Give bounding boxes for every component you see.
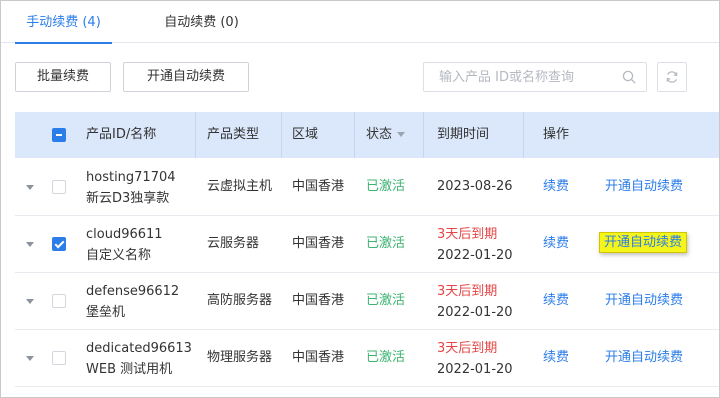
renewal-panel: 手动续费 (4) 自动续费 (0) 批量续费 开通自动续费 产品ID/名称 产品… [0, 0, 720, 398]
tab-bar: 手动续费 (4) 自动续费 (0) [1, 1, 719, 44]
product-name: WEB 测试用机 [86, 362, 173, 377]
search-icon[interactable] [622, 70, 636, 84]
enable-auto-renew-button[interactable]: 开通自动续费 [123, 62, 249, 92]
status-text: 已激活 [366, 293, 406, 308]
row-checkbox[interactable] [52, 294, 66, 308]
product-id: defense96612 [86, 284, 180, 299]
search-input[interactable] [424, 63, 614, 91]
expiry-warning: 3天后到期 [437, 341, 498, 356]
batch-renew-button[interactable]: 批量续费 [15, 62, 111, 92]
product-type: 云服务器 [207, 236, 260, 251]
enable-auto-renew-link-label: 开通自动续费 [599, 232, 688, 253]
table-header: 产品ID/名称 产品类型 区域 状态 到期时间 操作 [15, 112, 719, 158]
column-divider [523, 112, 524, 158]
table-row: cloud96611 自定义名称 云服务器 中国香港 已激活 3天后到期 202… [15, 216, 719, 273]
col-header-region: 区域 [292, 127, 319, 142]
renew-link[interactable]: 续费 [543, 273, 569, 329]
product-name: 新云D3独享款 [86, 191, 170, 206]
expand-row-icon[interactable] [26, 299, 34, 304]
row-checkbox[interactable] [52, 237, 66, 251]
col-header-status[interactable]: 状态 [366, 112, 406, 158]
column-divider [423, 112, 424, 158]
enable-auto-renew-link-highlighted[interactable]: 开通自动续费 [599, 231, 688, 253]
product-id: dedicated96613 [86, 341, 192, 356]
column-divider [195, 112, 196, 158]
expiry-warning: 3天后到期 [437, 284, 498, 299]
col-header-product: 产品ID/名称 [86, 127, 157, 142]
expand-row-icon[interactable] [26, 242, 34, 247]
column-divider [354, 112, 355, 158]
enable-auto-renew-link[interactable]: 开通自动续费 [605, 273, 683, 329]
product-type: 云虚拟主机 [207, 179, 273, 194]
col-header-status-label: 状态 [366, 127, 393, 142]
sort-caret-icon [397, 132, 406, 137]
row-checkbox[interactable] [52, 180, 66, 194]
region: 中国香港 [292, 236, 345, 251]
refresh-button[interactable] [657, 62, 687, 92]
renew-link[interactable]: 续费 [543, 216, 569, 272]
expiry-date: 2022-01-20 [437, 248, 513, 263]
table-row: defense96612 堡垒机 高防服务器 中国香港 已激活 3天后到期 20… [15, 273, 719, 330]
row-checkbox[interactable] [52, 351, 66, 365]
enable-auto-renew-link[interactable]: 开通自动续费 [605, 159, 683, 215]
expand-row-icon[interactable] [26, 356, 34, 361]
renew-link[interactable]: 续费 [543, 159, 569, 215]
status-text: 已激活 [366, 236, 406, 251]
status-text: 已激活 [366, 179, 406, 194]
product-name: 自定义名称 [86, 248, 152, 263]
tab-manual-renewal[interactable]: 手动续费 (4) [15, 1, 112, 44]
status-text: 已激活 [366, 350, 406, 365]
column-divider [281, 112, 282, 158]
region: 中国香港 [292, 293, 345, 308]
tab-auto-renewal[interactable]: 自动续费 (0) [149, 1, 254, 43]
renew-link[interactable]: 续费 [543, 330, 569, 386]
table-row: dedicated96613 WEB 测试用机 物理服务器 中国香港 已激活 3… [15, 330, 719, 387]
search-box [423, 62, 647, 92]
region: 中国香港 [292, 179, 345, 194]
enable-auto-renew-link[interactable]: 开通自动续费 [605, 330, 683, 386]
expiry-warning: 3天后到期 [437, 227, 498, 242]
region: 中国香港 [292, 350, 345, 365]
expiry-date: 2022-01-20 [437, 305, 513, 320]
product-id: cloud96611 [86, 227, 163, 242]
table-row: hosting71704 新云D3独享款 云虚拟主机 中国香港 已激活 2023… [15, 159, 719, 216]
product-name: 堡垒机 [86, 305, 126, 320]
col-header-actions: 操作 [543, 127, 570, 142]
product-type: 物理服务器 [207, 350, 273, 365]
expiry-date: 2023-08-26 [437, 179, 513, 194]
col-header-expiry: 到期时间 [437, 127, 490, 142]
expand-row-icon[interactable] [26, 185, 34, 190]
col-header-type: 产品类型 [207, 127, 260, 142]
product-type: 高防服务器 [207, 293, 273, 308]
expiry-date: 2022-01-20 [437, 362, 513, 377]
select-all-checkbox[interactable] [52, 128, 66, 142]
product-id: hosting71704 [86, 170, 176, 185]
